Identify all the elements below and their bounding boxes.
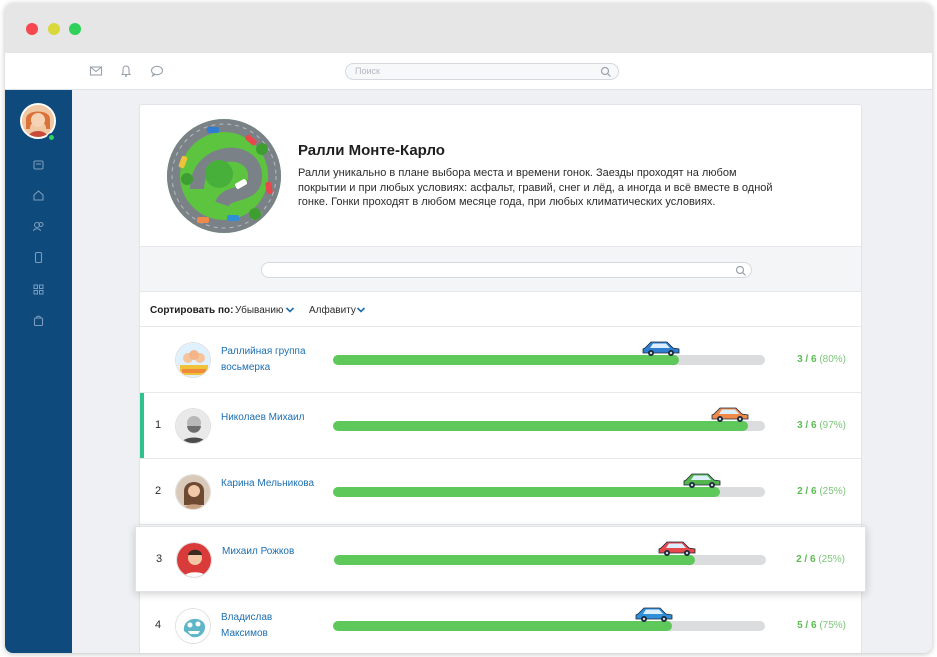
score-percent: (75%) bbox=[816, 620, 846, 631]
sort-desc-option[interactable]: Убыванию bbox=[235, 305, 283, 316]
close-window-button[interactable] bbox=[26, 23, 38, 35]
leaderboard-row[interactable]: Раллийная группа восьмерка 3 / 6 (80%) bbox=[140, 327, 861, 393]
progress-track bbox=[333, 407, 765, 431]
leaderboard-row[interactable]: 3 Михаил Рожков 2 / 6 (25%) bbox=[135, 526, 866, 592]
users-icon[interactable] bbox=[32, 220, 45, 233]
row-rank: 4 bbox=[155, 619, 162, 631]
rally-card: Ралли Монте-Карло Ралли уникально в план… bbox=[135, 104, 866, 653]
progress-fill bbox=[333, 421, 748, 431]
sort-label: Сортировать по: bbox=[150, 305, 234, 316]
score-percent: (25%) bbox=[816, 486, 846, 497]
leaderboard-row[interactable]: 2 Карина Мельникова 2 / 6 (25%) bbox=[140, 459, 861, 525]
sidebar bbox=[5, 90, 72, 653]
progress-track bbox=[334, 541, 766, 565]
sort-alpha-option[interactable]: Алфавиту bbox=[309, 305, 356, 316]
car-icon bbox=[658, 541, 696, 556]
participant-avatar[interactable] bbox=[176, 542, 212, 578]
phone-icon[interactable] bbox=[32, 251, 45, 264]
row-score: 2 / 6 (25%) bbox=[796, 554, 845, 565]
leaderboard-row[interactable]: 1 Николаев Михаил 3 / 6 (97%) bbox=[140, 393, 861, 459]
score-value: 2 / 6 bbox=[797, 486, 817, 497]
shopping-bag-icon[interactable] bbox=[32, 314, 45, 327]
mail-icon[interactable] bbox=[89, 64, 103, 78]
car-icon bbox=[711, 407, 749, 422]
participant-avatar[interactable] bbox=[175, 474, 211, 510]
progress-fill bbox=[334, 555, 695, 565]
row-rank: 3 bbox=[156, 553, 163, 565]
participant-name-link[interactable]: Раллийная группа восьмерка bbox=[221, 344, 321, 376]
score-value: 3 / 6 bbox=[797, 354, 817, 365]
title-bar bbox=[5, 3, 932, 53]
row-rank: 2 bbox=[155, 485, 162, 497]
score-percent: (97%) bbox=[816, 420, 846, 431]
chevron-down-icon[interactable] bbox=[285, 306, 295, 314]
participant-name-link[interactable]: Карина Мельникова bbox=[221, 476, 321, 492]
participant-name-link[interactable]: Владислав Максимов bbox=[221, 610, 321, 642]
participant-avatar[interactable] bbox=[175, 608, 211, 644]
car-icon bbox=[683, 473, 721, 488]
score-percent: (25%) bbox=[815, 554, 845, 565]
participants-search-input[interactable] bbox=[261, 262, 752, 278]
top-bar: Поиск bbox=[5, 53, 932, 90]
car-icon bbox=[635, 607, 673, 622]
leaderboard-row[interactable]: 4 Владислав Максимов 5 / 6 (75%) bbox=[140, 593, 861, 653]
dashboard-icon[interactable] bbox=[32, 158, 45, 171]
progress-fill bbox=[333, 355, 679, 365]
row-rank: 1 bbox=[155, 419, 162, 431]
progress-fill bbox=[333, 487, 720, 497]
row-score: 3 / 6 (80%) bbox=[797, 354, 846, 365]
online-status-dot bbox=[47, 133, 56, 142]
chat-icon[interactable] bbox=[150, 64, 164, 78]
participant-avatar[interactable] bbox=[175, 342, 211, 378]
participant-avatar[interactable] bbox=[175, 408, 211, 444]
rally-description: Ралли уникально в плане выбора места и в… bbox=[298, 167, 773, 208]
minimize-window-button[interactable] bbox=[48, 23, 60, 35]
row-score: 3 / 6 (97%) bbox=[797, 420, 846, 431]
score-percent: (80%) bbox=[816, 354, 846, 365]
score-value: 2 / 6 bbox=[796, 554, 816, 565]
top-search-input[interactable]: Поиск bbox=[345, 63, 619, 80]
participant-name-link[interactable]: Николаев Михаил bbox=[221, 410, 321, 426]
progress-track bbox=[333, 607, 765, 631]
filter-band bbox=[140, 246, 861, 292]
participant-name-link[interactable]: Михаил Рожков bbox=[222, 544, 322, 560]
search-icon[interactable] bbox=[600, 66, 612, 78]
progress-track bbox=[333, 341, 765, 365]
home-icon[interactable] bbox=[32, 189, 45, 202]
top-search-placeholder: Поиск bbox=[355, 66, 380, 76]
row-score: 5 / 6 (75%) bbox=[797, 620, 846, 631]
score-value: 3 / 6 bbox=[797, 420, 817, 431]
bell-icon[interactable] bbox=[119, 64, 133, 78]
score-value: 5 / 6 bbox=[797, 620, 817, 631]
chevron-down-icon[interactable] bbox=[356, 306, 366, 314]
maximize-window-button[interactable] bbox=[69, 23, 81, 35]
rally-title: Ралли Монте-Карло bbox=[298, 142, 445, 159]
row-score: 2 / 6 (25%) bbox=[797, 486, 846, 497]
progress-fill bbox=[333, 621, 673, 631]
app-window: Поиск Ралли Монте-Карло Ралли уникально … bbox=[5, 3, 932, 653]
search-icon[interactable] bbox=[735, 265, 747, 277]
apps-grid-icon[interactable] bbox=[32, 283, 45, 296]
progress-track bbox=[333, 473, 765, 497]
sort-bar: Сортировать по: Убыванию Алфавиту bbox=[140, 292, 861, 327]
car-icon bbox=[642, 341, 679, 356]
rally-track-image bbox=[167, 119, 281, 233]
